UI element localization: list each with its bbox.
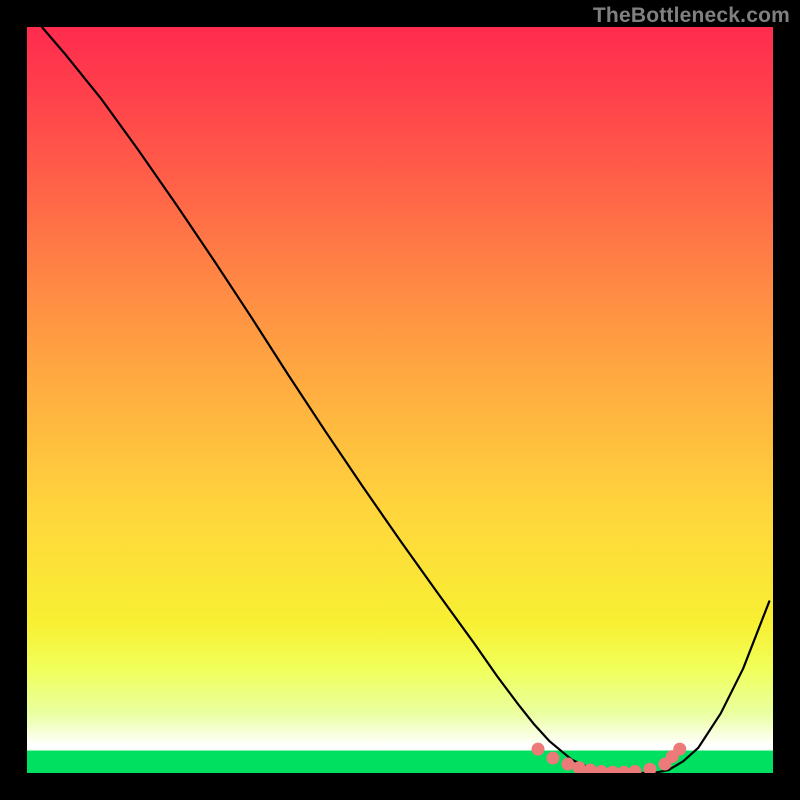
optimal-marker-dot (595, 765, 608, 773)
optimal-marker-dot (643, 763, 656, 773)
optimal-marker-dot (606, 766, 619, 773)
optimal-marker-dot (573, 761, 586, 773)
bottleneck-curve-line (42, 27, 769, 773)
optimal-marker-dot (561, 758, 574, 771)
optimal-marker-dot (617, 766, 630, 773)
optimal-marker-dot (546, 752, 559, 765)
optimal-marker-dot (673, 743, 686, 756)
optimal-range-markers (532, 743, 687, 773)
chart-frame (27, 27, 773, 773)
optimal-marker-dot (532, 743, 545, 756)
watermark-text: TheBottleneck.com (593, 4, 790, 28)
optimal-marker-dot (628, 765, 641, 773)
chart-svg (27, 27, 773, 773)
